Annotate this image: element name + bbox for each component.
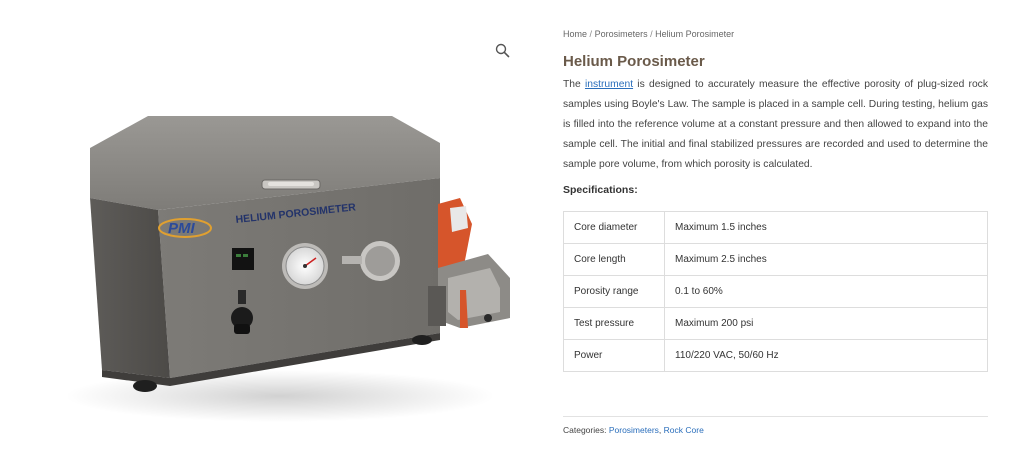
category-link-porosimeters[interactable]: Porosimeters (609, 425, 659, 435)
product-details: Home / Porosimeters / Helium Porosimeter… (563, 28, 988, 435)
breadcrumb-porosimeters[interactable]: Porosimeters (595, 29, 648, 39)
magnifier-icon[interactable] (494, 42, 512, 60)
cabinet-side (90, 198, 170, 378)
table-row: Porosity range 0.1 to 60% (563, 275, 988, 308)
cabinet-foot (133, 380, 157, 392)
product-title: Helium Porosimeter (563, 53, 705, 70)
spec-key: Core length (563, 243, 665, 276)
spec-key: Power (563, 339, 665, 372)
spec-value: Maximum 1.5 inches (664, 211, 988, 244)
spec-key: Core diameter (563, 211, 665, 244)
breadcrumb: Home / Porosimeters / Helium Porosimeter (563, 28, 988, 40)
product-categories: Categories: Porosimeters, Rock Core (563, 425, 704, 435)
digital-display (232, 248, 254, 270)
breadcrumb-home[interactable]: Home (563, 29, 587, 39)
pmi-logo-text: PMI (168, 220, 196, 237)
spec-value: Maximum 200 psi (664, 307, 988, 340)
lid-handle (261, 179, 321, 190)
instrument-link[interactable]: instrument (585, 79, 633, 90)
product-gallery: PMI HELIUM POROSIMETER (40, 28, 520, 448)
product-description: The instrument is designed to accurately… (563, 75, 988, 175)
spec-key: Test pressure (563, 307, 665, 340)
categories-label: Categories: (563, 425, 609, 435)
specifications-table: Core diameter Maximum 1.5 inches Core le… (563, 211, 988, 372)
breadcrumb-current: Helium Porosimeter (655, 29, 735, 39)
spec-key: Porosity range (563, 275, 665, 308)
spec-value: 0.1 to 60% (664, 275, 988, 308)
product-image[interactable]: PMI HELIUM POROSIMETER (40, 28, 520, 448)
cabinet-foot (412, 335, 432, 345)
description-prefix: The (563, 79, 585, 90)
spec-value: Maximum 2.5 inches (664, 243, 988, 276)
description-body: is designed to accurately measure the ef… (563, 79, 988, 170)
table-row: Core length Maximum 2.5 inches (563, 243, 988, 276)
side-attachment (428, 198, 510, 328)
table-row: Test pressure Maximum 200 psi (563, 307, 988, 340)
category-link-rock-core[interactable]: Rock Core (664, 425, 704, 435)
pressure-gauge (282, 243, 328, 289)
divider (563, 416, 988, 417)
table-row: Power 110/220 VAC, 50/60 Hz (563, 339, 988, 372)
spec-value: 110/220 VAC, 50/60 Hz (664, 339, 988, 372)
specifications-heading: Specifications: (563, 184, 638, 196)
table-row: Core diameter Maximum 1.5 inches (563, 211, 988, 244)
